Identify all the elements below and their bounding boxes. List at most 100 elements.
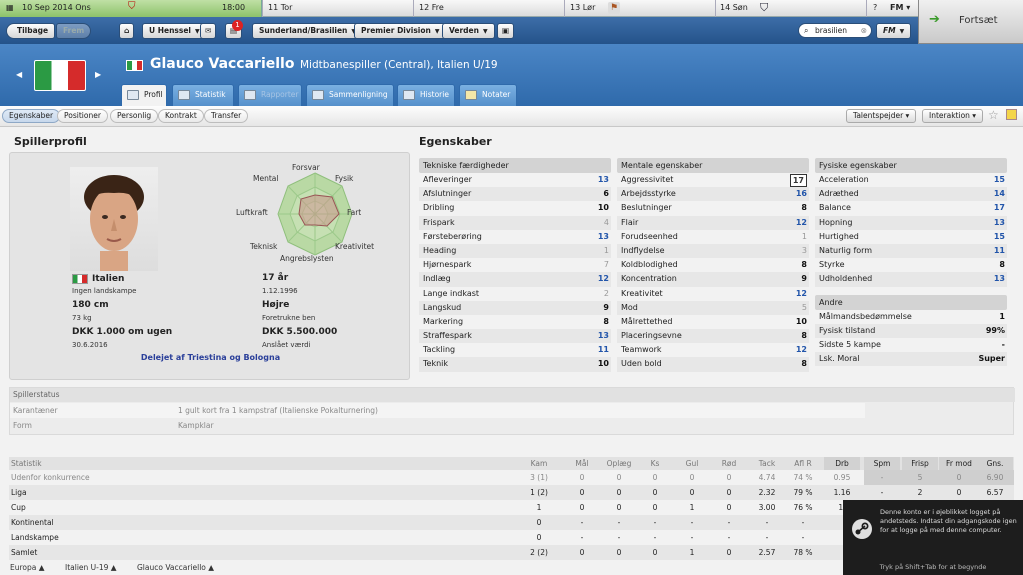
stats-cell: - [653,533,657,542]
stats-cell: Oplæg [606,459,632,468]
club-menu[interactable]: Sunderland/Brasilien▼ [252,23,364,39]
subtab-personal[interactable]: Personlig [110,109,159,123]
attribute-name: Mod [621,302,638,312]
stats-cell: - [801,518,805,527]
opponent-badge-icon[interactable]: ⛉ [760,1,768,15]
stats-cell: Tack [758,459,776,468]
attribute-row: Afslutninger 6 [419,187,611,202]
day-label[interactable]: 14 Søn [720,3,748,12]
manager-menu[interactable]: U Henssel ▼ [142,23,207,39]
attribute-name: Udholdenhed [819,274,873,284]
fm-menu[interactable]: FM ▾ [890,3,910,12]
league-menu[interactable]: Premier Division ▼ [354,23,447,39]
date-of-birth: 1.12.1996 [262,287,298,295]
contract-end: 30.6.2016 [72,341,108,349]
next-player-icon[interactable]: ▶ [95,70,101,79]
stats-cell: 3.00 [758,503,776,512]
stats-cell: Rød [721,459,737,468]
home-button[interactable]: ⌂ [119,23,135,39]
continue-button[interactable]: ➔ Fortsæt [918,0,1023,44]
player-header: ◀ ▶ Glauco Vaccariello Midtbanespiller (… [0,44,1023,106]
back-button[interactable]: Tilbage [6,23,56,39]
stats-cell: 2.57 [758,548,776,557]
attribute-row: Arbejdsstyrke 16 [617,187,809,202]
attribute-name: Forudseenhed [621,231,678,241]
stats-cell: 0 [616,473,622,482]
table-row: Udenfor konkurrence 3 (1) 0 0 0 0 0 4.74 74 % 0.9… [9,470,1014,485]
breadcrumb-item[interactable]: Italien U-19 ▲ [65,560,117,575]
attribute-value: 8 [801,359,807,369]
stats-row-label: Kontinental [11,518,54,527]
scouts-menu[interactable]: Talentspejder ▾ [846,109,917,123]
clear-search-icon[interactable]: ⊗ [861,24,867,37]
attribute-row: Tackling 11 [419,343,611,357]
attribute-name: Førsteberøring [423,231,482,241]
stats-cell: 74 % [793,473,813,482]
day-label[interactable]: 13 Lør [570,3,595,12]
player-profile-panel: Forsvar Fysik Fart Kreativitet Angrebsly… [9,152,410,380]
attribute-row: Lsk. Moral Super [815,352,1007,367]
stats-cell: 79 % [793,488,813,497]
search-input[interactable]: ⌕ brasilien ⊗ [798,23,872,38]
physical-header: Fysiske egenskaber [815,158,1007,173]
attribute-name: Hjørnespark [423,260,472,270]
stats-cell: Gns. [977,457,1013,470]
attribute-name: Teamwork [621,345,662,355]
attribute-row: Frispark 4 [419,215,611,230]
help-icon[interactable]: ? [873,3,877,12]
shortlist-icon[interactable] [1006,109,1017,120]
other-header: Andre [815,294,1007,310]
breadcrumb-item[interactable]: Europa ▲ [10,560,45,575]
subtab-transfer[interactable]: Transfer [204,109,249,123]
tab-statistics[interactable]: Statistik [172,84,234,106]
subtab-contract[interactable]: Kontrakt [158,109,204,123]
forward-button[interactable]: Frem [56,23,92,39]
attribute-name: Arbejdsstyrke [621,189,676,199]
radar-label: Kreativitet [335,242,375,251]
ownership-link[interactable]: Delejet af Triestina og Bologna [10,353,411,362]
previous-player-icon[interactable]: ◀ [16,70,22,79]
steam-notification[interactable]: Denne konto er i øjeblikket logget på an… [843,500,1023,575]
attribute-value: 10 [795,316,807,326]
subtab-positions[interactable]: Positioner [57,109,108,123]
stats-row-label: Statistik [11,459,42,468]
tab-reports[interactable]: Rapporter [238,84,302,106]
report-icon [244,90,256,100]
tab-comparison[interactable]: Sammenligning [306,84,394,106]
tab-history[interactable]: Historie [397,84,455,106]
preferred-foot-label: Foretrukne ben [262,314,316,322]
tab-profile[interactable]: Profil [121,84,167,106]
notes-button[interactable]: ▣ [497,23,515,39]
stats-cell: 1.16 [833,488,851,497]
attribute-row: Teknik 10 [419,357,611,372]
attribute-row: Acceleration 15 [815,173,1007,187]
attribute-value: 8 [999,260,1005,270]
stats-row-label: Liga [11,488,27,497]
attribute-row: Sidste 5 kampe - [815,338,1007,352]
breadcrumb-item[interactable]: Glauco Vaccariello ▲ [137,560,214,575]
inbox-button[interactable]: ✉ [200,23,217,39]
day-label[interactable]: 12 Fre [419,3,444,12]
tab-notes[interactable]: Notater [459,84,517,106]
star-icon[interactable]: ☆ [988,108,999,122]
attribute-row: Afleveringer 13 [419,173,611,187]
stats-cell: 6.90 [986,473,1004,482]
technical-header: Tekniske færdigheder [419,158,611,173]
nationality-flag-icon [72,274,88,284]
value-label: Anslået værdi [262,341,311,349]
match-icon[interactable]: ⚑ [608,2,620,14]
attribute-value: 10 [597,359,609,369]
stats-cell: - [580,518,584,527]
current-date-cell[interactable]: ▦ 10 Sep 2014 Ons ⛉ 18:00 [0,0,262,17]
interaction-menu[interactable]: Interaktion ▾ [922,109,984,123]
player-role: Midtbanespiller (Central), Italien U/19 [300,59,498,71]
attribute-name: Hopning [819,217,853,227]
world-menu[interactable]: Verden ▼ [442,23,495,39]
attribute-row: Markering 8 [419,315,611,329]
attribute-name: Straffespark [423,331,472,341]
subtab-attributes[interactable]: Egenskaber [2,109,61,123]
day-label[interactable]: 11 Tor [268,3,292,12]
stats-cell: 0 [579,473,585,482]
fm-button[interactable]: FM ▼ [876,23,912,39]
mail-icon: ✉ [205,26,212,35]
